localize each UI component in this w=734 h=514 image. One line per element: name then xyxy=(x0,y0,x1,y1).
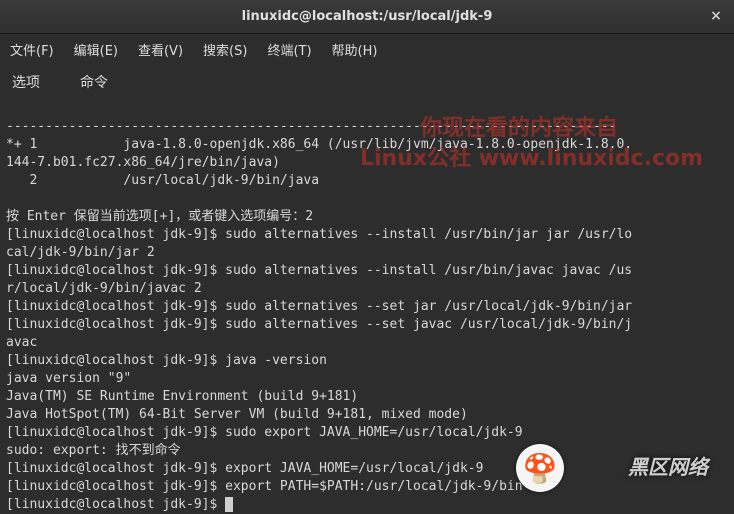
terminal-line: Java HotSpot(TM) 64-Bit Server VM (build… xyxy=(6,407,468,422)
terminal-line: r/local/jdk-9/bin/javac 2 xyxy=(6,281,202,296)
tab-options[interactable]: 选项 xyxy=(12,72,40,92)
terminal-line: [linuxidc@localhost jdk-9]$ export JAVA_… xyxy=(6,461,483,476)
terminal-cursor xyxy=(225,497,233,512)
terminal-line: [linuxidc@localhost jdk-9]$ java -versio… xyxy=(6,353,327,368)
window-title: linuxidc@localhost:/usr/local/jdk-9 xyxy=(242,9,493,24)
window-close-button[interactable]: × xyxy=(708,8,724,24)
menu-terminal[interactable]: 终端(T) xyxy=(263,38,315,61)
menu-bar: 文件(F) 编辑(E) 查看(V) 搜索(S) 终端(T) 帮助(H) xyxy=(0,34,734,64)
terminal-line: [linuxidc@localhost jdk-9]$ sudo alterna… xyxy=(6,317,632,332)
terminal-line: *+ 1 java-1.8.0-openjdk.x86_64 (/usr/lib… xyxy=(6,137,632,152)
menu-help[interactable]: 帮助(H) xyxy=(328,38,382,61)
terminal-line: [linuxidc@localhost jdk-9]$ sudo alterna… xyxy=(6,299,632,314)
terminal-line: [linuxidc@localhost jdk-9]$ sudo export … xyxy=(6,425,523,440)
terminal-viewport[interactable]: ----------------------------------------… xyxy=(0,100,734,514)
terminal-line: 按 Enter 保留当前选项[+]，或者键入选项编号：2 xyxy=(6,209,313,224)
menu-search[interactable]: 搜索(S) xyxy=(199,38,251,61)
terminal-line: Java(TM) SE Runtime Environment (build 9… xyxy=(6,389,358,404)
terminal-line: java version "9" xyxy=(6,371,131,386)
terminal-line: 2 /usr/local/jdk-9/bin/java xyxy=(6,173,319,188)
menu-file[interactable]: 文件(F) xyxy=(6,38,58,61)
terminal-prompt: [linuxidc@localhost jdk-9]$ xyxy=(6,497,225,512)
terminal-line: cal/jdk-9/bin/jar 2 xyxy=(6,245,155,260)
menu-view[interactable]: 查看(V) xyxy=(134,38,187,61)
context-menu-row: 选项 命令 xyxy=(0,64,734,100)
terminal-line: [linuxidc@localhost jdk-9]$ sudo alterna… xyxy=(6,227,632,242)
terminal-line: 144-7.b01.fc27.x86_64/jre/bin/java) xyxy=(6,155,280,170)
tab-command[interactable]: 命令 xyxy=(80,72,108,92)
terminal-line: sudo: export: 找不到命令 xyxy=(6,443,181,458)
terminal-line: [linuxidc@localhost jdk-9]$ export PATH=… xyxy=(6,479,523,494)
window-titlebar: linuxidc@localhost:/usr/local/jdk-9 × xyxy=(0,0,734,34)
menu-edit[interactable]: 编辑(E) xyxy=(70,38,122,61)
terminal-line: avac xyxy=(6,335,37,350)
terminal-line: [linuxidc@localhost jdk-9]$ sudo alterna… xyxy=(6,263,632,278)
terminal-line: ----------------------------------------… xyxy=(6,119,616,134)
